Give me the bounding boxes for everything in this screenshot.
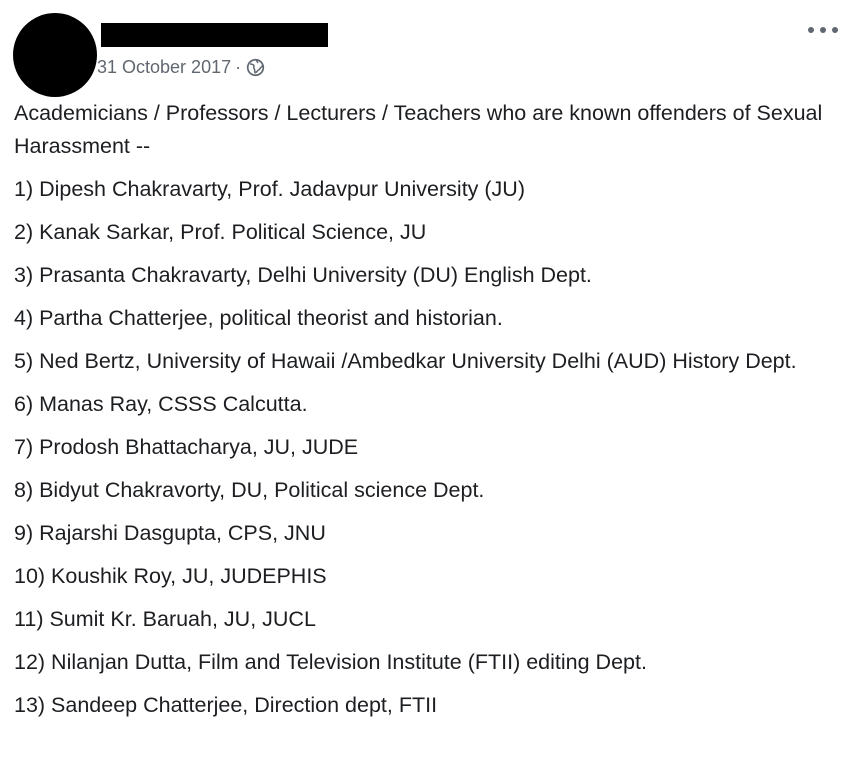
more-options-icon[interactable] [808,20,838,40]
list-item: 7) Prodosh Bhattacharya, JU, JUDE [14,435,359,459]
list-item: 9) Rajarshi Dasgupta, CPS, JNU [14,521,326,545]
list-item: 1) Dipesh Chakravarty, Prof. Jadavpur Un… [14,177,525,201]
list-item: 5) Ned Bertz, University of Hawaii /Ambe… [14,349,797,373]
list-item: 6) Manas Ray, CSSS Calcutta. [14,392,308,416]
list-item: 10) Koushik Roy, JU, JUDEPHIS [14,564,327,588]
post-text: Academicians / Professors / Lecturers / … [14,97,834,732]
post-meta: 31 October 2017 · [97,56,265,78]
list-item: 2) Kanak Sarkar, Prof. Political Science… [14,220,427,244]
list-item: 12) Nilanjan Dutta, Film and Television … [14,650,647,674]
globe-icon[interactable] [246,58,265,77]
meta-separator: · [235,56,242,77]
avatar[interactable] [13,13,97,97]
post-date[interactable]: 31 October 2017 [97,57,231,78]
post-intro: Academicians / Professors / Lecturers / … [14,101,823,158]
author-name-redacted[interactable] [101,23,328,47]
list-item: 11) Sumit Kr. Baruah, JU, JUCL [14,607,316,631]
list-item: 3) Prasanta Chakravarty, Delhi Universit… [14,263,592,287]
list-item: 13) Sandeep Chatterjee, Direction dept, … [14,693,438,717]
post-card: 31 October 2017 · Academicians / Profess… [0,0,850,770]
list-item: 8) Bidyut Chakravorty, DU, Political sci… [14,478,485,502]
list-item: 4) Partha Chatterjee, political theorist… [14,306,503,330]
